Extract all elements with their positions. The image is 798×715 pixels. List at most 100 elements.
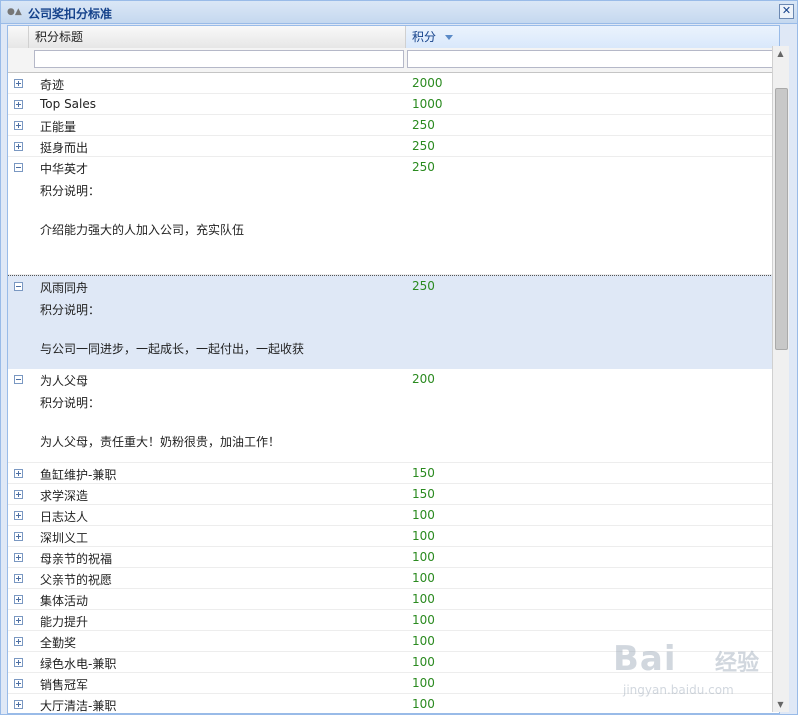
row-title: 日志达人	[40, 510, 89, 524]
row-description-label: 积分说明：	[40, 396, 101, 410]
expand-icon[interactable]	[14, 679, 23, 688]
row-title: 母亲节的祝福	[40, 552, 113, 566]
table-row[interactable]: Top Sales 1000	[8, 94, 779, 115]
row-score: 100	[412, 508, 435, 522]
row-title: 挺身而出	[40, 141, 89, 155]
expand-icon[interactable]	[14, 574, 23, 583]
filter-row	[8, 48, 779, 73]
row-score: 200	[412, 372, 435, 386]
vertical-scrollbar[interactable]: ▲ ▼	[772, 46, 789, 712]
row-score: 100	[412, 697, 435, 711]
row-score: 150	[412, 466, 435, 480]
scroll-up-arrow-icon[interactable]: ▲	[775, 48, 786, 59]
row-score: 250	[412, 139, 435, 153]
sort-desc-icon	[444, 35, 453, 40]
collapse-icon[interactable]	[14, 282, 23, 291]
points-grid: 积分标题 积分 奇迹 2000 Top Sales 1000 正能量 250 挺身而出 250…	[7, 25, 780, 714]
score-filter-input[interactable]	[407, 50, 777, 68]
table-row[interactable]: 鱼缸维护-兼职 150	[8, 463, 779, 484]
scroll-down-arrow-icon[interactable]: ▼	[775, 699, 786, 710]
table-row[interactable]: 绿色水电-兼职 100	[8, 652, 779, 673]
row-score: 100	[412, 655, 435, 669]
table-row[interactable]: 正能量 250	[8, 115, 779, 136]
expand-icon[interactable]	[14, 121, 23, 130]
row-score: 2000	[412, 76, 443, 90]
table-row[interactable]: 销售冠军 100	[8, 673, 779, 694]
table-row[interactable]: 求学深造 150	[8, 484, 779, 505]
expander-column-header	[8, 26, 29, 48]
users-icon: ●▲	[7, 7, 22, 17]
expand-icon[interactable]	[14, 511, 23, 520]
points-standard-window: ●▲ 公司奖扣分标准 ✕ 积分标题 积分 奇迹 2000 Top Sales 1000…	[0, 0, 798, 715]
grid-body: 奇迹 2000 Top Sales 1000 正能量 250 挺身而出 250 中华英才 250 积…	[8, 73, 779, 713]
row-title: 鱼缸维护-兼职	[40, 468, 117, 482]
row-title: 深圳义工	[40, 531, 89, 545]
row-title: 能力提升	[40, 615, 89, 629]
expanded-row[interactable]: 为人父母 200 积分说明： 为人父母，责任重大！奶粉很贵，加油工作！	[8, 369, 779, 463]
row-title: 全勤奖	[40, 636, 77, 650]
expand-icon[interactable]	[14, 79, 23, 88]
expand-icon[interactable]	[14, 616, 23, 625]
row-score: 100	[412, 613, 435, 627]
row-score: 1000	[412, 97, 443, 111]
row-description: 与公司一同进步，一起成长，一起付出，一起收获	[40, 342, 305, 356]
row-description: 介绍能力强大的人加入公司，充实队伍	[40, 223, 245, 237]
row-title: 中华英才	[40, 162, 89, 176]
expanded-row[interactable]: 中华英才 250 积分说明： 介绍能力强大的人加入公司，充实队伍	[8, 157, 779, 275]
row-title: 为人父母	[40, 374, 89, 388]
expanded-row[interactable]: 风雨同舟 250 积分说明： 与公司一同进步，一起成长，一起付出，一起收获	[8, 275, 779, 370]
scroll-thumb[interactable]	[775, 88, 788, 350]
table-row[interactable]: 奇迹 2000	[8, 73, 779, 94]
row-title: 父亲节的祝愿	[40, 573, 113, 587]
table-row[interactable]: 挺身而出 250	[8, 136, 779, 157]
column-header-title-label: 积分标题	[35, 30, 84, 44]
row-title: 大厅清洁-兼职	[40, 699, 117, 713]
expand-icon[interactable]	[14, 595, 23, 604]
table-row[interactable]: 深圳义工 100	[8, 526, 779, 547]
column-header-title[interactable]: 积分标题	[29, 26, 406, 48]
row-title: 集体活动	[40, 594, 89, 608]
row-score: 100	[412, 676, 435, 690]
row-title: 求学深造	[40, 489, 89, 503]
column-header-score-label: 积分	[412, 30, 437, 44]
expand-icon[interactable]	[14, 469, 23, 478]
collapse-icon[interactable]	[14, 163, 23, 172]
row-score: 100	[412, 592, 435, 606]
table-row[interactable]: 能力提升 100	[8, 610, 779, 631]
row-description: 为人父母，责任重大！奶粉很贵，加油工作！	[40, 435, 281, 449]
table-row[interactable]: 全勤奖 100	[8, 631, 779, 652]
row-score: 100	[412, 529, 435, 543]
window-title: 公司奖扣分标准	[28, 7, 113, 21]
grid-header: 积分标题 积分	[8, 26, 779, 49]
table-row[interactable]: 日志达人 100	[8, 505, 779, 526]
table-row[interactable]: 母亲节的祝福 100	[8, 547, 779, 568]
expand-icon[interactable]	[14, 142, 23, 151]
row-score: 250	[412, 160, 435, 174]
close-button[interactable]: ✕	[779, 4, 794, 19]
table-row[interactable]: 父亲节的祝愿 100	[8, 568, 779, 589]
collapse-icon[interactable]	[14, 375, 23, 384]
row-description-label: 积分说明：	[40, 184, 101, 198]
row-title: 销售冠军	[40, 678, 89, 692]
title-filter-input[interactable]	[34, 50, 404, 68]
column-header-score[interactable]: 积分	[406, 26, 779, 48]
row-title: 绿色水电-兼职	[40, 657, 117, 671]
expand-icon[interactable]	[14, 553, 23, 562]
row-title: 风雨同舟	[40, 281, 89, 295]
expand-icon[interactable]	[14, 700, 23, 709]
table-row[interactable]: 集体活动 100	[8, 589, 779, 610]
expand-icon[interactable]	[14, 490, 23, 499]
table-row[interactable]: 大厅清洁-兼职 100	[8, 694, 779, 713]
row-title: 奇迹	[40, 78, 65, 92]
row-score: 100	[412, 634, 435, 648]
row-score: 100	[412, 550, 435, 564]
expand-icon[interactable]	[14, 637, 23, 646]
row-score: 250	[412, 279, 435, 293]
expand-icon[interactable]	[14, 100, 23, 109]
expand-icon[interactable]	[14, 658, 23, 667]
row-description-label: 积分说明：	[40, 303, 101, 317]
expand-icon[interactable]	[14, 532, 23, 541]
window-titlebar[interactable]: ●▲ 公司奖扣分标准 ✕	[1, 1, 797, 24]
row-score: 150	[412, 487, 435, 501]
row-score: 250	[412, 118, 435, 132]
